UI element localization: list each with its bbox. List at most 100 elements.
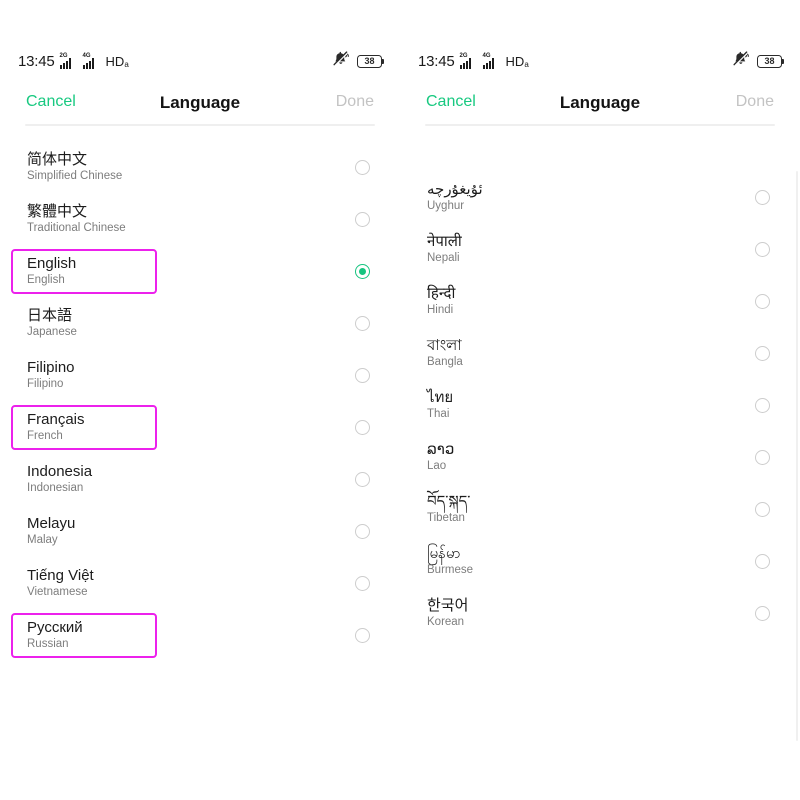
language-labels: ไทย Thai — [427, 389, 453, 421]
language-native-name: English — [27, 255, 76, 272]
language-list-item[interactable]: Melayu Malay — [0, 505, 400, 557]
language-list-item[interactable]: Indonesia Indonesian — [0, 453, 400, 505]
language-list-item[interactable]: ไทย Thai — [400, 379, 800, 431]
header-divider — [425, 124, 775, 126]
language-native-name: Melayu — [27, 515, 75, 532]
language-english-name: Indonesian — [27, 482, 92, 495]
radio-button[interactable] — [755, 502, 770, 517]
radio-button[interactable] — [355, 212, 370, 227]
phone-screen-right: 13:45 2G 4G HDa — [400, 0, 800, 800]
radio-button-selected[interactable] — [355, 264, 370, 279]
language-native-name: བོད་སྐད་ — [427, 493, 470, 510]
vertical-scrollbar[interactable] — [796, 171, 798, 741]
language-labels: བོད་སྐད་Tibetan — [427, 493, 470, 525]
language-native-name: Русский — [27, 619, 83, 636]
language-list-item[interactable]: Tiếng Việt Vietnamese — [0, 557, 400, 609]
language-list-item[interactable]: English English — [0, 245, 400, 297]
language-list-left: 简体中文Simplified Chinese 繁體中文 Traditional Ch… — [0, 141, 400, 661]
radio-button[interactable] — [755, 554, 770, 569]
language-native-name: ไทย — [427, 389, 453, 406]
hd-voice-icon: HDa — [506, 55, 529, 68]
language-native-name: नेपाली — [427, 233, 462, 250]
radio-button[interactable] — [355, 628, 370, 643]
status-bar-right: 38 — [333, 51, 382, 71]
language-list-item[interactable]: বাংলা Bangla — [400, 327, 800, 379]
radio-button[interactable] — [355, 160, 370, 175]
language-labels: မြန်မာBurmese — [427, 545, 473, 577]
language-labels: Indonesia Indonesian — [27, 463, 92, 495]
language-list-item[interactable]: हिन्दीHindi — [400, 275, 800, 327]
language-labels: 简体中文Simplified Chinese — [27, 151, 122, 183]
signal-strength-icon-sim1: 2G — [60, 54, 78, 69]
language-english-name: Malay — [27, 534, 75, 547]
hd-voice-icon: HDa — [106, 55, 129, 68]
battery-icon: 38 — [757, 55, 782, 68]
language-native-name: Tiếng Việt — [27, 567, 94, 584]
language-native-name: 繁體中文 — [27, 203, 126, 220]
language-list-item[interactable]: ລາວLao — [400, 431, 800, 483]
language-english-name: English — [27, 274, 76, 287]
language-native-name: 日本語 — [27, 307, 77, 324]
dual-screenshot-container: 13:45 2G 4G HDa — [0, 0, 800, 800]
language-english-name: Bangla — [427, 356, 463, 369]
language-list-item[interactable]: नेपालीNepali — [400, 223, 800, 275]
language-list-item[interactable]: བོད་སྐད་Tibetan — [400, 483, 800, 535]
status-clock: 13:45 — [418, 54, 455, 69]
phone-screen-left: 13:45 2G 4G HDa — [0, 0, 400, 800]
cancel-button[interactable]: Cancel — [426, 94, 476, 110]
radio-button[interactable] — [355, 472, 370, 487]
language-labels: ئۇيغۇرچەUyghur — [427, 181, 483, 213]
language-list-item[interactable]: 繁體中文 Traditional Chinese — [0, 193, 400, 245]
done-button[interactable]: Done — [336, 94, 374, 110]
language-list-item[interactable]: 日本語Japanese — [0, 297, 400, 349]
language-english-name: Uyghur — [427, 200, 483, 213]
language-list-right: ئۇيغۇرچەUyghur नेपालीNepali हिन्दीHindi বাং… — [400, 171, 800, 639]
language-english-name: French — [27, 430, 85, 443]
radio-button[interactable] — [755, 450, 770, 465]
language-english-name: Russian — [27, 638, 83, 651]
language-english-name: Simplified Chinese — [27, 170, 122, 183]
language-native-name: မြန်မာ — [427, 545, 473, 562]
status-bar-left: 13:45 2G 4G HDa — [418, 54, 529, 69]
status-bar: 13:45 2G 4G HDa — [0, 48, 400, 74]
bell-muted-icon — [733, 51, 750, 71]
radio-button[interactable] — [755, 294, 770, 309]
signal-strength-icon-sim1: 2G — [460, 54, 478, 69]
language-native-name: বাংলা — [427, 337, 463, 354]
radio-button[interactable] — [355, 576, 370, 591]
status-clock: 13:45 — [18, 54, 55, 69]
language-list-item[interactable]: 한국어Korean — [400, 587, 800, 639]
language-list-item[interactable]: Français French — [0, 401, 400, 453]
language-list-item[interactable]: Русский Russian — [0, 609, 400, 661]
done-button[interactable]: Done — [736, 94, 774, 110]
radio-button[interactable] — [755, 242, 770, 257]
radio-button[interactable] — [755, 346, 770, 361]
language-labels: Français French — [27, 411, 85, 443]
language-native-name: Filipino — [27, 359, 75, 376]
navigation-bar: Cancel Language Done — [0, 84, 400, 120]
language-english-name: Vietnamese — [27, 586, 94, 599]
language-labels: 한국어Korean — [427, 597, 468, 629]
bell-muted-icon — [333, 51, 350, 71]
language-native-name: Français — [27, 411, 85, 428]
language-english-name: Thai — [427, 408, 453, 421]
language-english-name: Traditional Chinese — [27, 222, 126, 235]
status-bar-left: 13:45 2G 4G HDa — [18, 54, 129, 69]
radio-button[interactable] — [755, 398, 770, 413]
radio-button[interactable] — [355, 420, 370, 435]
radio-button[interactable] — [355, 368, 370, 383]
language-labels: हिन्दीHindi — [427, 285, 455, 317]
language-labels: Melayu Malay — [27, 515, 75, 547]
language-list-item[interactable]: ئۇيغۇرچەUyghur — [400, 171, 800, 223]
radio-button[interactable] — [355, 316, 370, 331]
language-labels: 日本語Japanese — [27, 307, 77, 339]
cancel-button[interactable]: Cancel — [26, 94, 76, 110]
language-labels: Русский Russian — [27, 619, 83, 651]
radio-button[interactable] — [755, 190, 770, 205]
language-list-item[interactable]: 简体中文Simplified Chinese — [0, 141, 400, 193]
radio-button[interactable] — [755, 606, 770, 621]
language-list-item[interactable]: FilipinoFilipino — [0, 349, 400, 401]
language-list-item[interactable]: မြန်မာBurmese — [400, 535, 800, 587]
language-native-name: Indonesia — [27, 463, 92, 480]
radio-button[interactable] — [355, 524, 370, 539]
